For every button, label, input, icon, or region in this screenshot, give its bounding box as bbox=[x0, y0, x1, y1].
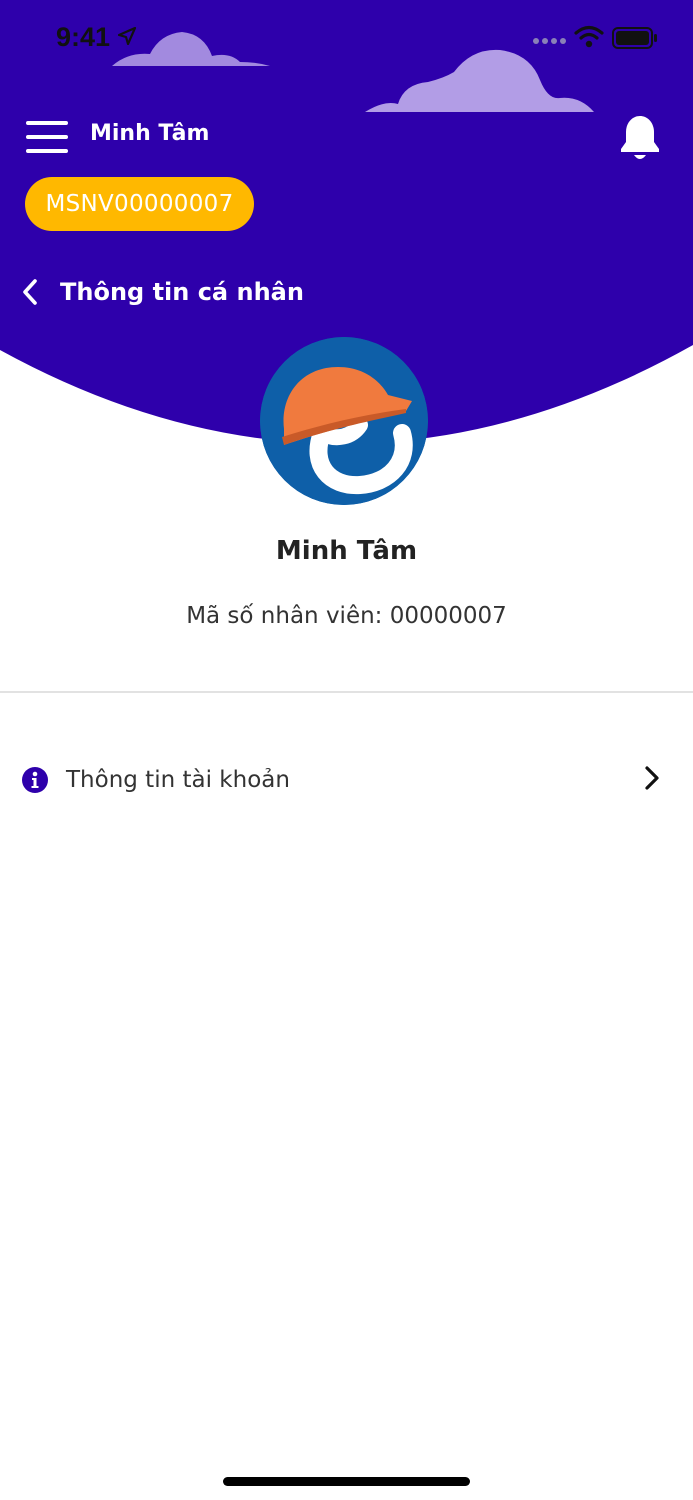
employee-id-text: Mã số nhân viên: 00000007 bbox=[186, 603, 507, 629]
wifi-icon bbox=[574, 25, 604, 48]
hardhat-logo-avatar bbox=[260, 337, 428, 505]
page-title: Thông tin cá nhân bbox=[60, 278, 304, 306]
profile-name: Minh Tâm bbox=[275, 536, 418, 566]
location-arrow-icon bbox=[118, 27, 136, 45]
back-button[interactable]: Thông tin cá nhân bbox=[20, 272, 304, 312]
battery-icon bbox=[612, 27, 657, 49]
account-info-item[interactable]: Thông tin tài khoản bbox=[0, 740, 693, 820]
status-bar: 9:41 bbox=[0, 0, 693, 80]
info-circle-icon bbox=[22, 767, 48, 793]
home-indicator bbox=[223, 1477, 470, 1486]
divider bbox=[0, 691, 693, 693]
bell-icon[interactable] bbox=[618, 114, 662, 162]
account-info-label: Thông tin tài khoản bbox=[66, 767, 290, 793]
avatar bbox=[260, 337, 428, 505]
menu-icon[interactable] bbox=[26, 121, 68, 153]
chevron-right-icon bbox=[645, 766, 659, 790]
header-user-name: Minh Tâm bbox=[90, 121, 210, 146]
signal-icon bbox=[533, 38, 566, 44]
status-time: 9:41 bbox=[56, 22, 111, 52]
employee-code-chip: MSNV00000007 bbox=[25, 177, 254, 231]
chevron-left-icon bbox=[23, 279, 37, 305]
